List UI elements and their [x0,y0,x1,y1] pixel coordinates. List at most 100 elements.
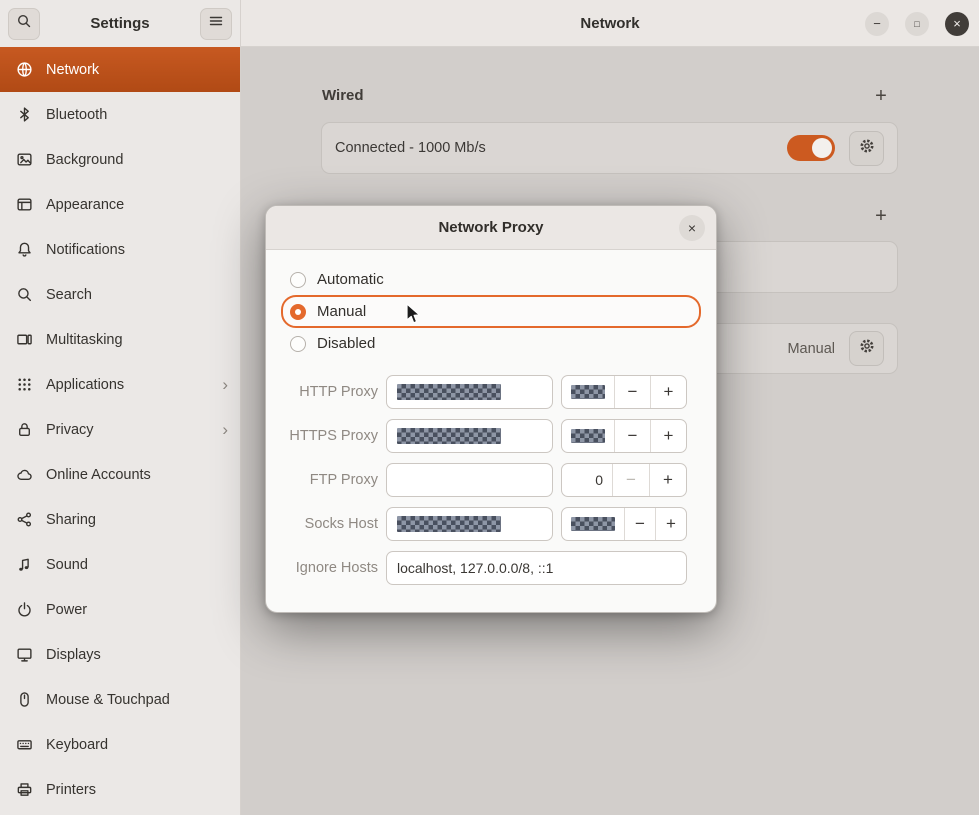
http-port-value[interactable] [562,376,614,408]
bluetooth-icon [16,106,33,123]
http-proxy-row: HTTP Proxy − + [266,375,687,409]
decrement-button[interactable]: − [612,464,649,496]
minimize-icon: − [873,16,881,31]
decrement-button[interactable]: − [614,420,650,452]
printer-icon [16,781,33,798]
proxy-form: HTTP Proxy − + HTTPS Proxy − + FTP Proxy… [266,375,716,585]
sidebar-item-label: Privacy [46,422,94,438]
proxy-settings-button[interactable] [849,331,884,366]
maximize-button[interactable]: □ [905,12,929,36]
increment-button[interactable]: + [649,464,686,496]
toggle-knob [812,138,832,158]
wired-settings-button[interactable] [849,131,884,166]
https-port-spinner[interactable]: − + [561,419,687,453]
sidebar-item-search[interactable]: Search [0,272,240,317]
ftp-port-spinner[interactable]: 0 − + [561,463,687,497]
plus-icon: + [663,470,673,490]
decrement-button[interactable]: − [614,376,650,408]
redacted-value [397,428,501,444]
sidebar-item-privacy[interactable]: Privacy › [0,407,240,452]
close-icon: × [953,16,961,31]
option-label: Disabled [317,335,375,352]
background-icon [16,151,33,168]
network-icon [16,61,33,78]
connection-status: Connected - 1000 Mb/s [335,140,486,156]
option-automatic[interactable]: Automatic [281,266,701,293]
increment-button[interactable]: + [650,420,686,452]
sidebar-item-displays[interactable]: Displays [0,632,240,677]
mouse-icon [16,691,33,708]
sidebar-item-label: Network [46,62,99,78]
option-disabled[interactable]: Disabled [281,330,701,357]
sidebar-header: Settings [0,0,240,47]
sidebar-item-sharing[interactable]: Sharing [0,497,240,542]
redacted-value [397,384,501,400]
increment-button[interactable]: + [650,376,686,408]
chevron-right-icon: › [222,376,228,393]
close-button[interactable]: × [945,12,969,36]
music-note-icon [16,556,33,573]
multitasking-icon [16,331,33,348]
sidebar-item-background[interactable]: Background [0,137,240,182]
sidebar-item-applications[interactable]: Applications › [0,362,240,407]
https-port-value[interactable] [562,420,614,452]
dialog-header: Network Proxy × [266,206,716,250]
ftp-proxy-row: FTP Proxy 0 − + [266,463,687,497]
radio-unchecked-icon [290,336,306,352]
sidebar-item-label: Mouse & Touchpad [46,692,170,708]
lock-icon [16,421,33,438]
increment-button[interactable]: + [655,508,686,540]
sidebar-item-label: Sound [46,557,88,573]
plus-icon: + [666,514,676,534]
sidebar-item-bluetooth[interactable]: Bluetooth [0,92,240,137]
wired-connection-row[interactable]: Connected - 1000 Mb/s [321,122,898,174]
plus-icon: + [875,85,887,108]
ignore-hosts-input[interactable]: localhost, 127.0.0.0/8, ::1 [386,551,687,585]
http-port-spinner[interactable]: − + [561,375,687,409]
sidebar-item-appearance[interactable]: Appearance [0,182,240,227]
socks-port-spinner[interactable]: − + [561,507,687,541]
bell-icon [16,241,33,258]
option-label: Automatic [317,271,384,288]
appearance-icon [16,196,33,213]
socks-host-row: Socks Host − + [266,507,687,541]
dialog-close-button[interactable]: × [679,215,705,241]
gear-icon [858,137,876,160]
ftp-port-value[interactable]: 0 [562,464,612,496]
sidebar-item-multitasking[interactable]: Multitasking [0,317,240,362]
option-label: Manual [317,303,366,320]
search-button[interactable] [8,8,40,40]
socks-port-value[interactable] [562,508,624,540]
sidebar-nav: Network Bluetooth Background Appearance … [0,47,240,812]
sidebar-item-online-accounts[interactable]: Online Accounts [0,452,240,497]
sidebar-item-label: Online Accounts [46,467,151,483]
https-proxy-input[interactable] [386,419,553,453]
add-wired-button[interactable]: + [866,81,896,111]
sidebar-item-printers[interactable]: Printers [0,767,240,812]
sidebar-item-label: Background [46,152,123,168]
add-vpn-button[interactable]: + [866,201,896,231]
ignore-hosts-row: Ignore Hosts localhost, 127.0.0.0/8, ::1 [266,551,687,585]
plus-icon: + [664,382,674,402]
sidebar-item-label: Search [46,287,92,303]
http-proxy-input[interactable] [386,375,553,409]
ftp-proxy-input[interactable] [386,463,553,497]
sidebar-item-mouse-touchpad[interactable]: Mouse & Touchpad [0,677,240,722]
sidebar-item-label: Sharing [46,512,96,528]
sidebar-item-keyboard[interactable]: Keyboard [0,722,240,767]
option-manual[interactable]: Manual [281,295,701,328]
sidebar-item-label: Multitasking [46,332,123,348]
menu-button[interactable] [200,8,232,40]
sidebar-item-notifications[interactable]: Notifications [0,227,240,272]
sidebar-item-sound[interactable]: Sound [0,542,240,587]
hamburger-icon [208,13,224,34]
sidebar-item-network[interactable]: Network [0,47,240,92]
minimize-button[interactable]: − [865,12,889,36]
wired-toggle[interactable] [787,135,835,161]
sidebar-item-power[interactable]: Power [0,587,240,632]
radio-checked-icon [290,304,306,320]
decrement-button[interactable]: − [624,508,655,540]
minus-icon: − [635,514,645,534]
dialog-title: Network Proxy [438,219,543,236]
socks-host-input[interactable] [386,507,553,541]
